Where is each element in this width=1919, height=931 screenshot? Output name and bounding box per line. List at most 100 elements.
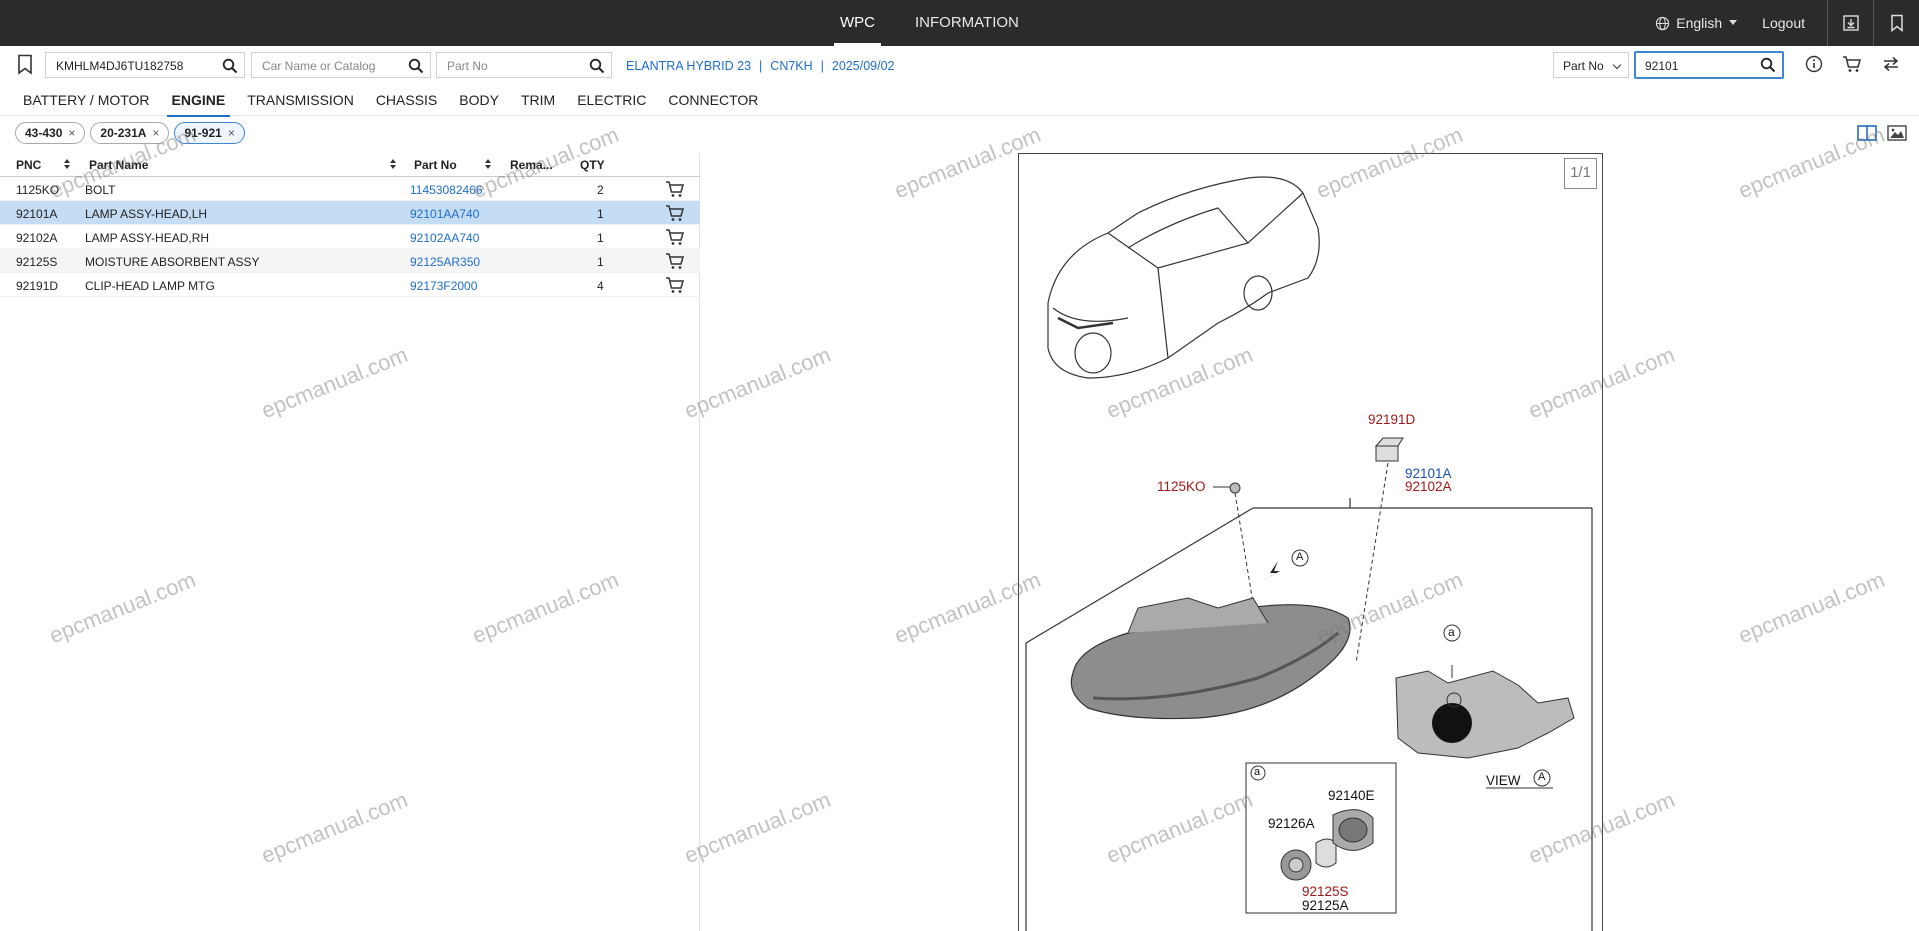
add-to-cart-icon[interactable] [665,252,685,270]
search-row: KMHLM4DJ6TU182758 Car Name or Catalog Pa… [0,46,1919,84]
cell-part-no[interactable]: 11453082466 [410,183,483,197]
part-no-search-field[interactable]: Part No [436,52,612,78]
swap-icon[interactable] [1882,55,1900,73]
callout-92191d[interactable]: 92191D [1368,412,1415,427]
cell-part-no[interactable]: 92101AA740 [410,207,479,221]
search-type-value: Part No [1563,59,1604,73]
search-type-select[interactable]: Part No [1553,52,1629,78]
detail-marker: a [1448,625,1455,639]
tab-connector[interactable]: CONNECTOR [657,84,769,116]
watermark-text: epcmanual.com [1734,566,1889,649]
language-selector[interactable]: English [1655,15,1760,31]
lamp-rear-view [1395,665,1575,759]
table-row[interactable]: 92101A LAMP ASSY-HEAD,LH 92101AA740 1 [0,201,700,225]
vehicle-catalog-code[interactable]: CN7KH [770,59,812,73]
vehicle-model[interactable]: ELANTRA HYBRID 23 [626,59,751,73]
table-row[interactable]: 1125KO BOLT 11453082466 2 [0,177,700,201]
tab-trim[interactable]: TRIM [510,84,566,116]
add-to-cart-icon[interactable] [665,204,685,222]
cell-qty: 4 [597,279,604,293]
top-nav: WPC INFORMATION [820,0,1039,46]
top-right-controls: English Logout [1655,0,1919,46]
parts-table: PNC Part Name Part No Rema... QTY 1125KO… [0,153,700,931]
nav-wpc[interactable]: WPC [820,0,895,46]
add-to-cart-icon[interactable] [665,180,685,198]
search-icon[interactable] [222,58,238,74]
nav-information[interactable]: INFORMATION [895,0,1039,46]
vehicle-date[interactable]: 2025/09/02 [832,59,895,73]
header-pnc[interactable]: PNC [16,158,41,172]
split-view-icon[interactable] [1857,124,1877,142]
tab-body[interactable]: BODY [448,84,510,116]
tab-engine[interactable]: ENGINE [161,84,237,117]
cell-part-name: MOISTURE ABSORBENT ASSY [85,255,260,269]
callout-1125ko[interactable]: 1125KO [1157,479,1206,494]
callout-92102a[interactable]: 92102A [1405,479,1452,494]
search-icon[interactable] [589,58,605,74]
part-search-input[interactable]: 92101 [1634,51,1784,79]
add-to-cart-icon[interactable] [665,228,685,246]
cell-qty: 2 [597,183,604,197]
sort-icon[interactable] [390,159,396,169]
tab-chassis[interactable]: CHASSIS [365,84,448,116]
cell-qty: 1 [597,207,604,221]
view-toggle [1857,124,1907,142]
chip-91-921[interactable]: 91-921 × [174,122,245,144]
clip-part [1374,437,1404,462]
close-icon[interactable]: × [228,126,235,143]
cart-icon[interactable] [1842,55,1862,73]
view-circle-label: A [1538,771,1546,783]
header-remark[interactable]: Rema... [510,158,553,172]
cell-part-no[interactable]: 92173F2000 [410,279,477,293]
vin-search-field[interactable]: KMHLM4DJ6TU182758 [45,52,245,78]
table-row[interactable]: 92191D CLIP-HEAD LAMP MTG 92173F2000 4 [0,273,700,297]
search-icon[interactable] [408,58,424,74]
top-bar: WPC INFORMATION English Logout [0,0,1919,46]
callout-92126a[interactable]: 92126A [1268,816,1315,831]
sort-icon[interactable] [64,159,70,169]
car-name-search-field[interactable]: Car Name or Catalog [251,52,431,78]
close-icon[interactable]: × [68,126,75,143]
bookmark-list-button[interactable] [1873,0,1919,46]
globe-icon [1656,16,1670,30]
close-icon[interactable]: × [152,126,159,143]
cell-pnc: 92101A [16,207,58,221]
cell-part-name: BOLT [85,183,116,197]
header-part-name[interactable]: Part Name [89,158,148,172]
view-arrow-marker: A [1296,551,1304,563]
callout-92140e[interactable]: 92140E [1328,788,1375,803]
diagram-illustration [1025,176,1593,931]
header-qty[interactable]: QTY [580,158,605,172]
logout-link[interactable]: Logout [1760,15,1827,31]
vin-value: KMHLM4DJ6TU182758 [56,59,184,73]
chevron-down-icon [1612,60,1622,70]
part-no-placeholder: Part No [447,59,488,73]
cell-part-no[interactable]: 92102AA740 [410,231,479,245]
tab-battery-motor[interactable]: BATTERY / MOTOR [12,84,161,116]
callout-92125a[interactable]: 92125A [1302,898,1349,913]
car-illustration [1047,176,1320,379]
chip-20-231a[interactable]: 20-231A × [90,122,170,144]
info-icon[interactable] [1805,55,1823,73]
header-part-no[interactable]: Part No [414,158,457,172]
chip-label: 91-921 [184,126,222,140]
view-label: VIEW [1486,773,1521,788]
add-to-cart-icon[interactable] [665,276,685,294]
tab-electric[interactable]: ELECTRIC [566,84,657,116]
tab-transmission[interactable]: TRANSMISSION [236,84,365,116]
language-label: English [1676,15,1723,31]
cell-part-name: CLIP-HEAD LAMP MTG [85,279,215,293]
part-search-value: 92101 [1645,59,1679,73]
image-view-icon[interactable] [1887,124,1907,142]
table-row[interactable]: 92102A LAMP ASSY-HEAD,RH 92102AA740 1 [0,225,700,249]
bookmark-icon[interactable] [16,54,34,75]
sort-icon[interactable] [485,159,491,169]
callout-92125s[interactable]: 92125S [1302,884,1349,899]
search-icon[interactable] [1760,57,1776,73]
chip-43-430[interactable]: 43-430 × [15,122,86,144]
chip-label: 43-430 [25,126,63,140]
cell-part-no[interactable]: 92125AR350 [410,255,480,269]
category-tabs: BATTERY / MOTOR ENGINE TRANSMISSION CHAS… [0,84,1919,117]
table-row[interactable]: 92125S MOISTURE ABSORBENT ASSY 92125AR35… [0,249,700,273]
download-button[interactable] [1827,0,1873,46]
